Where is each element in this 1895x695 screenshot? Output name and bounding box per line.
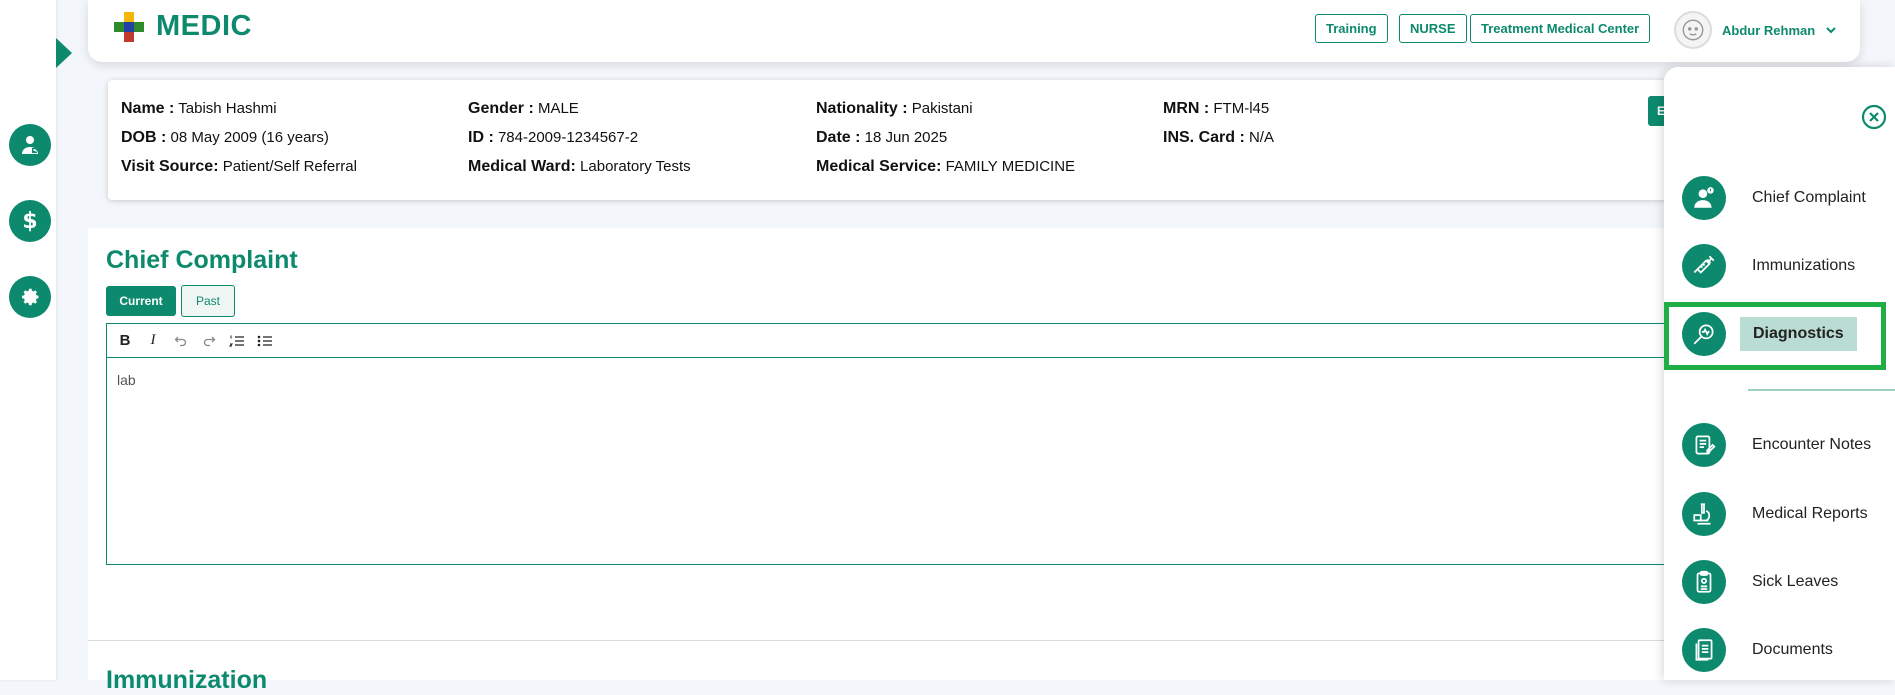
microscope-icon (1682, 492, 1726, 536)
settings-gear-icon[interactable] (9, 276, 51, 318)
ordered-list-icon[interactable] (227, 331, 247, 351)
drawer-item-encounter-notes[interactable]: Encounter Notes (1682, 422, 1892, 468)
drawer-item-chief-complaint[interactable]: Chief Complaint (1682, 175, 1892, 221)
editor-toolbar: B I (107, 324, 1747, 358)
patient-mrn: MRN : FTM-l45 (1163, 100, 1270, 117)
app-logo[interactable]: MEDIC (114, 10, 252, 43)
drawer-item-label: Chief Complaint (1752, 189, 1866, 206)
patient-visit-source: Visit Source: Patient/Self Referral (121, 158, 357, 175)
undo-icon[interactable] (171, 331, 191, 351)
svg-text:$: $ (22, 209, 37, 233)
patient-info-card: Name : Tabish Hashmi DOB : 08 May 2009 (… (108, 80, 1668, 200)
syringe-icon (1682, 244, 1726, 288)
drawer-item-label: Medical Reports (1752, 505, 1868, 522)
redo-icon[interactable] (199, 331, 219, 351)
notes-icon (1682, 423, 1726, 467)
medic-cross-icon (114, 11, 144, 42)
nurse-role-button[interactable]: NURSE (1399, 14, 1467, 43)
medical-service: Medical Service: FAMILY MEDICINE (816, 158, 1076, 175)
chief-complaint-editor[interactable]: B I lab (106, 323, 1748, 565)
bold-button[interactable]: B (115, 331, 135, 351)
training-button[interactable]: Training (1315, 14, 1388, 43)
patient-gender: Gender : MALE (468, 100, 579, 117)
tab-current[interactable]: Current (106, 286, 176, 316)
drawer-item-documents[interactable]: Documents (1682, 627, 1892, 673)
avatar (1674, 11, 1712, 49)
app-name: MEDIC (156, 10, 252, 42)
doctor-icon[interactable] (9, 124, 51, 166)
drawer-item-label: Encounter Notes (1752, 436, 1872, 453)
drawer-item-label: Sick Leaves (1752, 573, 1839, 590)
billing-dollar-icon[interactable]: $ (9, 200, 51, 242)
clipboard-icon (1682, 560, 1726, 604)
section-title-chief-complaint: Chief Complaint (106, 246, 298, 274)
italic-button[interactable]: I (143, 331, 163, 351)
insurance-card: INS. Card : N/A (1163, 129, 1274, 146)
chevron-down-icon[interactable] (1825, 24, 1837, 36)
bullet-list-icon[interactable] (255, 331, 275, 351)
patient-name: Name : Tabish Hashmi (121, 100, 277, 117)
section-divider (88, 640, 1748, 641)
section-title-immunization: Immunization (106, 666, 268, 694)
patient-dob: DOB : 08 May 2009 (16 years) (121, 129, 329, 146)
visit-date: Date : 18 Jun 2025 (816, 129, 948, 146)
treatment-center-button[interactable]: Treatment Medical Center (1470, 14, 1651, 43)
drawer-item-sick-leaves[interactable]: Sick Leaves (1682, 559, 1892, 605)
top-header: MEDIC Training NURSE Treatment Medical C… (88, 0, 1860, 62)
main-content: Chief Complaint Current Past B I lab Imm… (88, 228, 1748, 694)
rail-expand-arrow-icon[interactable] (56, 38, 72, 68)
active-item-highlight (1664, 302, 1886, 370)
user-name: Abdur Rehman (1722, 22, 1816, 38)
drawer-item-medical-reports[interactable]: Medical Reports (1682, 491, 1892, 537)
patient-medical-ward: Medical Ward: Laboratory Tests (468, 158, 691, 175)
user-menu[interactable]: Abdur Rehman (1674, 11, 1837, 49)
patient-id: ID : 784-2009-1234567-2 (468, 129, 639, 146)
section-navigation-drawer: Chief Complaint Immunizations Diagnostic… (1664, 67, 1895, 680)
drawer-item-label: Immunizations (1752, 257, 1856, 274)
left-rail: $ (0, 0, 56, 680)
editor-content[interactable]: lab (107, 358, 1747, 402)
patient-nationality: Nationality : Pakistani (816, 100, 973, 117)
documents-icon (1682, 628, 1726, 672)
tab-past[interactable]: Past (181, 285, 235, 317)
close-icon[interactable] (1861, 104, 1887, 130)
drawer-divider (1748, 389, 1895, 391)
patient-icon (1682, 176, 1726, 220)
drawer-item-label: Documents (1752, 641, 1833, 658)
drawer-item-immunizations[interactable]: Immunizations (1682, 243, 1892, 289)
